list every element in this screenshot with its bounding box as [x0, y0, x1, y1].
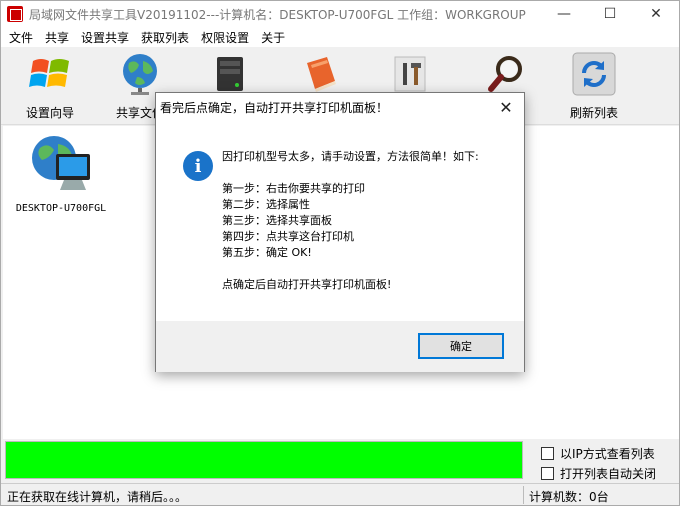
auto-close-checkbox[interactable] [541, 467, 554, 480]
window-title: 局域网文件共享工具V20191102---计算机名：DESKTOP-U700FG… [29, 7, 526, 22]
toolbar-refresh-list-button[interactable]: 刷新列表 [559, 51, 629, 121]
magnifier-icon [488, 56, 522, 92]
minimize-button[interactable]: — [541, 1, 587, 27]
progress-fill [6, 442, 522, 478]
close-button[interactable]: ✕ [633, 1, 679, 27]
message-line: 因打印机型号太多，请手动设置，方法很简单！如下: [222, 150, 479, 163]
status-divider [523, 486, 524, 504]
window-controls: — ☐ ✕ [541, 1, 679, 27]
computer-count: 计算机数：0台 [529, 490, 609, 504]
globe-icon [123, 54, 157, 95]
message-line: 第三步：选择共享面板 [222, 214, 332, 227]
computer-name: DESKTOP-U700FGL [15, 203, 107, 214]
toolbar-label: 设置向导 [25, 106, 74, 120]
menu-get-list[interactable]: 获取列表 [135, 29, 195, 46]
maximize-button[interactable]: ☐ [587, 1, 633, 27]
message-spacer [222, 261, 512, 277]
dialog-message: 因打印机型号太多，请手动设置，方法很简单！如下: 第一步：右击你要共享的打印 第… [222, 149, 512, 293]
status-message: 正在获取在线计算机，请稍后。。。 [7, 490, 188, 504]
message-line: 第二步：选择属性 [222, 198, 310, 211]
windows-logo-icon [29, 59, 69, 87]
toolbar-setup-wizard-button[interactable]: 设置向导 [15, 51, 85, 121]
menu-file[interactable]: 文件 [1, 29, 39, 46]
dialog-title: 看完后点确定，自动打开共享打印机面板！ [160, 100, 389, 115]
server-icon [217, 57, 243, 91]
menu-share[interactable]: 共享 [39, 29, 75, 46]
dialog-footer: 确定 [156, 321, 524, 372]
toolbar-label: 刷新列表 [569, 106, 618, 120]
info-icon: i [183, 151, 213, 181]
message-line: 第四步：点共享这台打印机 [222, 230, 354, 243]
title-bar: 局域网文件共享工具V20191102---计算机名：DESKTOP-U700FG… [1, 1, 679, 27]
menu-bar: 文件 共享 设置共享 获取列表 权限设置 关于 [1, 27, 679, 47]
refresh-icon [572, 52, 616, 96]
tools-icon [394, 56, 426, 92]
message-spacer [222, 165, 512, 181]
network-computer-icon [32, 136, 90, 190]
ok-button[interactable]: 确定 [418, 333, 504, 359]
auto-close-label: 打开列表自动关闭 [560, 467, 657, 481]
ip-view-option[interactable]: 以IP方式查看列表 [541, 445, 655, 462]
message-line: 第五步：确定 OK! [222, 246, 312, 259]
menu-about[interactable]: 关于 [255, 29, 291, 46]
auto-close-option[interactable]: 打开列表自动关闭 [541, 465, 656, 482]
ip-view-label: 以IP方式查看列表 [560, 447, 655, 461]
message-line: 第一步：右击你要共享的打印 [222, 182, 365, 195]
computer-item[interactable]: DESKTOP-U700FGL [11, 132, 111, 214]
progress-bar [5, 441, 523, 479]
book-icon [307, 57, 336, 92]
app-icon [7, 6, 23, 22]
menu-share-settings[interactable]: 设置共享 [75, 29, 135, 46]
message-line: 点确定后自动打开共享打印机面板! [222, 278, 392, 291]
menu-permissions[interactable]: 权限设置 [195, 29, 255, 46]
status-bar: 正在获取在线计算机，请稍后。。。 计算机数：0台 [1, 483, 679, 505]
printer-share-dialog: 看完后点确定，自动打开共享打印机面板！ ✕ i 因打印机型号太多，请手动设置，方… [155, 92, 525, 372]
ip-view-checkbox[interactable] [541, 447, 554, 460]
dialog-close-button[interactable]: ✕ [494, 97, 518, 117]
